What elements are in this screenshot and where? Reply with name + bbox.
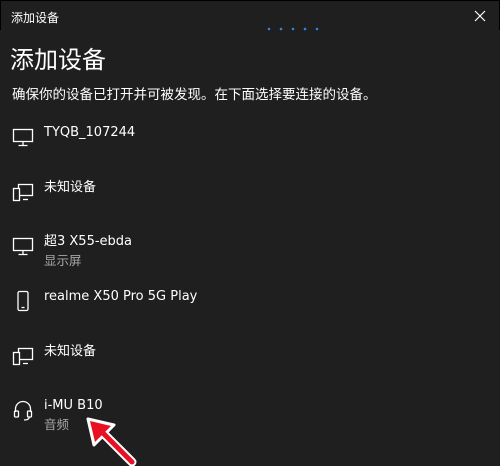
instructions-text: 确保你的设备已打开并可被发现。在下面选择要连接的设备。 bbox=[12, 87, 377, 103]
phone-icon bbox=[17, 290, 29, 312]
device-item[interactable]: TYQB_107244 bbox=[0, 124, 500, 172]
device-item[interactable]: 未知设备 bbox=[0, 179, 500, 227]
progress-dots bbox=[263, 27, 323, 31]
close-icon bbox=[474, 10, 486, 22]
device-name: realme X50 Pro 5G Play bbox=[44, 289, 198, 304]
headset-icon bbox=[13, 400, 33, 421]
device-item[interactable]: 未知设备 bbox=[0, 343, 500, 391]
window-title: 添加设备 bbox=[11, 11, 60, 25]
monitor-icon bbox=[12, 128, 34, 147]
device-name: i-MU B10 bbox=[44, 398, 103, 413]
page-title: 添加设备 bbox=[10, 46, 106, 74]
monitor-icon bbox=[12, 237, 34, 256]
device-item[interactable]: i-MU B10 音频 bbox=[0, 397, 500, 445]
title-bar: 添加设备 bbox=[0, 0, 500, 31]
device-name: 超3 X55-ebda bbox=[44, 234, 133, 249]
annotation-arrow-icon bbox=[86, 417, 137, 466]
device-name: 未知设备 bbox=[44, 180, 97, 195]
device-type: 音频 bbox=[44, 417, 70, 432]
device-item[interactable]: realme X50 Pro 5G Play bbox=[0, 288, 500, 336]
device-name: TYQB_107244 bbox=[44, 125, 136, 140]
generic-device-icon bbox=[12, 183, 34, 202]
device-name: 未知设备 bbox=[44, 344, 97, 359]
close-button[interactable] bbox=[469, 5, 491, 27]
device-item[interactable]: 超3 X55-ebda 显示屏 bbox=[0, 233, 500, 281]
device-type: 显示屏 bbox=[44, 253, 82, 268]
generic-device-icon bbox=[12, 347, 34, 366]
